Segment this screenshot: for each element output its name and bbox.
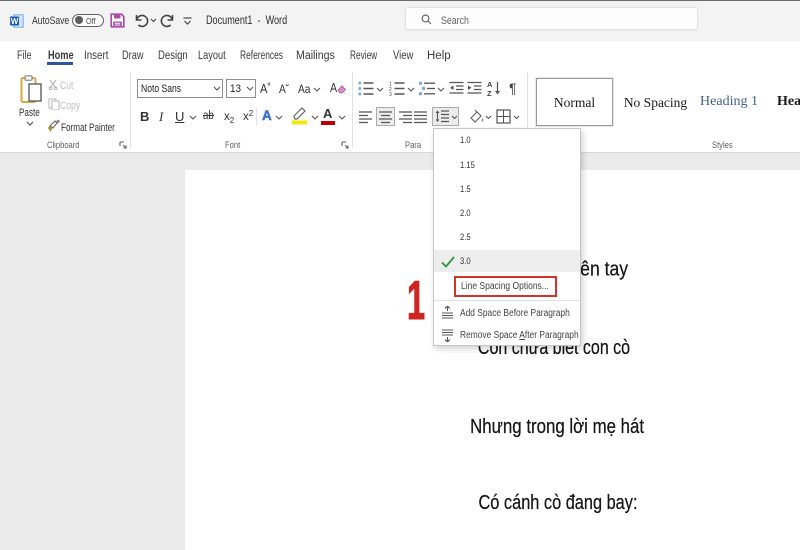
svg-text:A: A bbox=[487, 80, 493, 89]
svg-text:Z: Z bbox=[487, 89, 492, 97]
svg-text:W: W bbox=[11, 17, 19, 26]
svg-text:3: 3 bbox=[389, 92, 392, 96]
